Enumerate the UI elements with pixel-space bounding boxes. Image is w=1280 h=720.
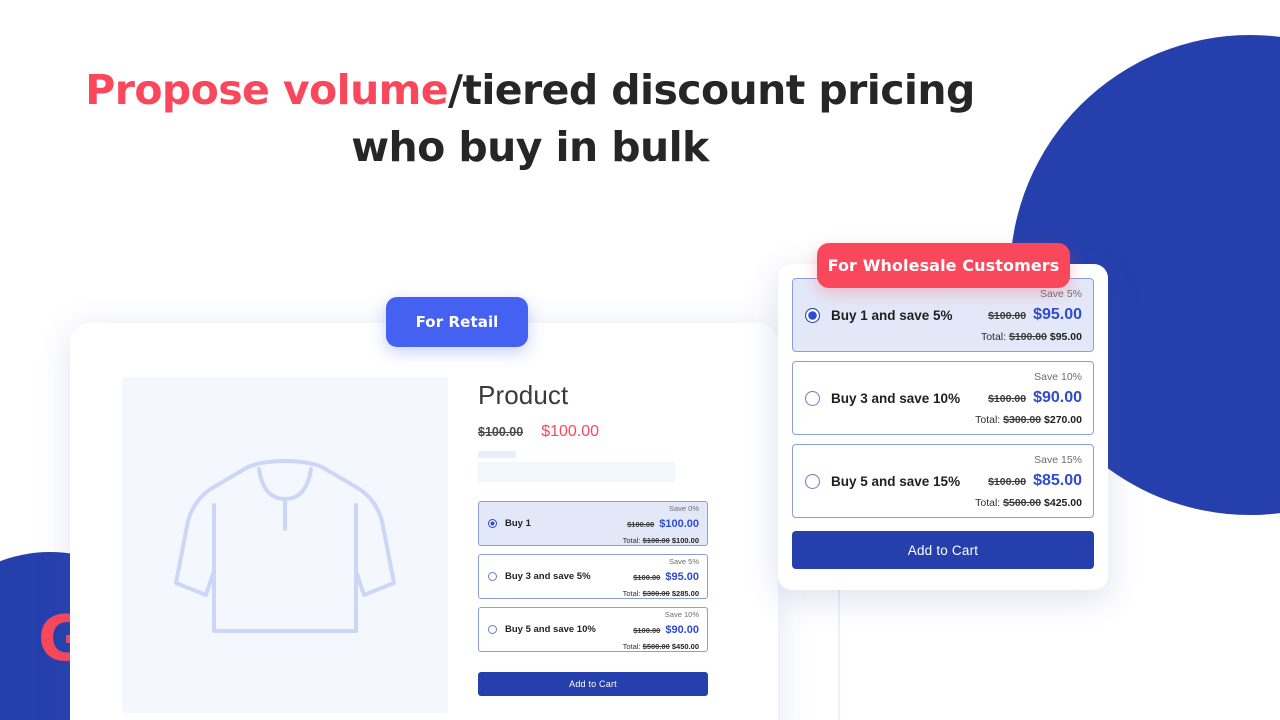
radio-icon[interactable]: [488, 519, 497, 528]
wholesale-tier-option[interactable]: Buy 1 and save 5% Save 5% $100.00 $95.00…: [792, 278, 1094, 352]
retail-tier-list: Buy 1 Save 0% $100.00 $100.00 Total: $10…: [478, 501, 718, 652]
skeleton-label: [478, 451, 516, 458]
tier-unit-new-price: $90.00: [665, 623, 699, 636]
tier-total-label: Total:: [622, 536, 641, 546]
tier-total-new: $450.00: [671, 642, 699, 652]
radio-icon[interactable]: [805, 390, 820, 406]
promo-banner: G Propose volume/tiered discount pricing…: [0, 0, 1280, 720]
tier-label: Buy 1 and save 5%: [831, 307, 953, 323]
tier-unit-old-price: $100.00: [988, 476, 1027, 489]
skeleton-field: [478, 462, 675, 482]
product-price-original: $100.00: [478, 425, 524, 439]
tier-total-old: $100.00: [1008, 330, 1047, 343]
tier-label: Buy 5 and save 10%: [505, 624, 596, 635]
tier-total-new: $425.00: [1044, 496, 1082, 509]
tier-total-label: Total:: [975, 496, 1001, 509]
tier-total-new: $95.00: [1049, 330, 1082, 343]
retail-tier-option[interactable]: Buy 5 and save 10% Save 10% $100.00 $90.…: [478, 607, 708, 652]
tier-unit-new-price: $85.00: [1033, 472, 1082, 490]
tier-save-label: Save 10%: [1034, 371, 1082, 384]
radio-icon[interactable]: [488, 625, 497, 634]
radio-icon[interactable]: [805, 473, 820, 489]
tier-unit-new-price: $95.00: [665, 570, 699, 583]
tier-label: Buy 3 and save 5%: [505, 571, 591, 582]
tier-label: Buy 1: [505, 518, 531, 529]
retail-tier-option[interactable]: Buy 1 Save 0% $100.00 $100.00 Total: $10…: [478, 501, 708, 546]
page-title: Propose volume/tiered discount pricing w…: [0, 62, 1060, 175]
badge-for-retail: For Retail: [386, 297, 528, 347]
tier-total-old: $300.00: [1003, 413, 1042, 426]
tier-save-label: Save 5%: [668, 556, 699, 566]
tier-save-label: Save 10%: [664, 609, 699, 619]
wholesale-pricing-card: Buy 1 and save 5% Save 5% $100.00 $95.00…: [778, 264, 1108, 590]
tier-unit-new-price: $90.00: [1033, 389, 1082, 407]
tier-unit-old-price: $100.00: [633, 625, 661, 635]
tier-label: Buy 5 and save 15%: [831, 473, 961, 489]
headline-line2: who buy in bulk: [351, 122, 709, 171]
product-price-current: $100.00: [541, 423, 600, 440]
tier-unit-old-price: $100.00: [988, 310, 1027, 323]
tier-save-label: Save 5%: [1039, 288, 1082, 301]
tier-unit-new-price: $95.00: [1033, 306, 1082, 324]
tier-label: Buy 3 and save 10%: [831, 390, 961, 406]
tier-unit-old-price: $100.00: [633, 572, 661, 582]
retail-product-card: Product $100.00 $100.00 Buy 1 Save 0% $1…: [70, 323, 778, 720]
badge-for-wholesale-customers: For Wholesale Customers: [817, 243, 1070, 288]
tier-total-new: $285.00: [671, 589, 699, 599]
retail-tier-option[interactable]: Buy 3 and save 5% Save 5% $100.00 $95.00…: [478, 554, 708, 599]
tier-total-old: $500.00: [642, 642, 670, 652]
product-title: Product: [478, 380, 569, 410]
headline-rest: /tiered discount pricing: [447, 66, 975, 114]
wholesale-tier-option[interactable]: Buy 3 and save 10% Save 10% $100.00 $90.…: [792, 361, 1094, 435]
tier-total-old: $100.00: [642, 536, 670, 546]
tier-save-label: Save 0%: [668, 503, 699, 513]
tier-total-new: $100.00: [671, 536, 699, 546]
product-image-placeholder: [122, 377, 448, 713]
sweatshirt-icon: [174, 445, 396, 645]
wholesale-tier-option[interactable]: Buy 5 and save 15% Save 15% $100.00 $85.…: [792, 444, 1094, 518]
product-price-row: $100.00 $100.00: [478, 423, 718, 441]
tier-unit-old-price: $100.00: [627, 519, 655, 529]
tier-total-new: $270.00: [1044, 413, 1082, 426]
tier-total-label: Total:: [975, 413, 1001, 426]
headline-accent: Propose volume: [85, 66, 448, 114]
tier-total-label: Total:: [622, 589, 641, 599]
tier-unit-new-price: $100.00: [659, 517, 699, 530]
radio-icon[interactable]: [805, 307, 820, 323]
tier-save-label: Save 15%: [1034, 454, 1082, 467]
wholesale-add-to-cart-button[interactable]: Add to Cart: [792, 531, 1094, 569]
retail-add-to-cart-button[interactable]: Add to Cart: [478, 672, 708, 696]
radio-icon[interactable]: [488, 572, 497, 581]
connector-line: [838, 590, 840, 720]
tier-unit-old-price: $100.00: [988, 393, 1027, 406]
tier-total-label: Total:: [622, 642, 641, 652]
tier-total-old: $300.00: [642, 589, 670, 599]
tier-total-label: Total:: [980, 330, 1007, 343]
tier-total-old: $500.00: [1003, 496, 1042, 509]
